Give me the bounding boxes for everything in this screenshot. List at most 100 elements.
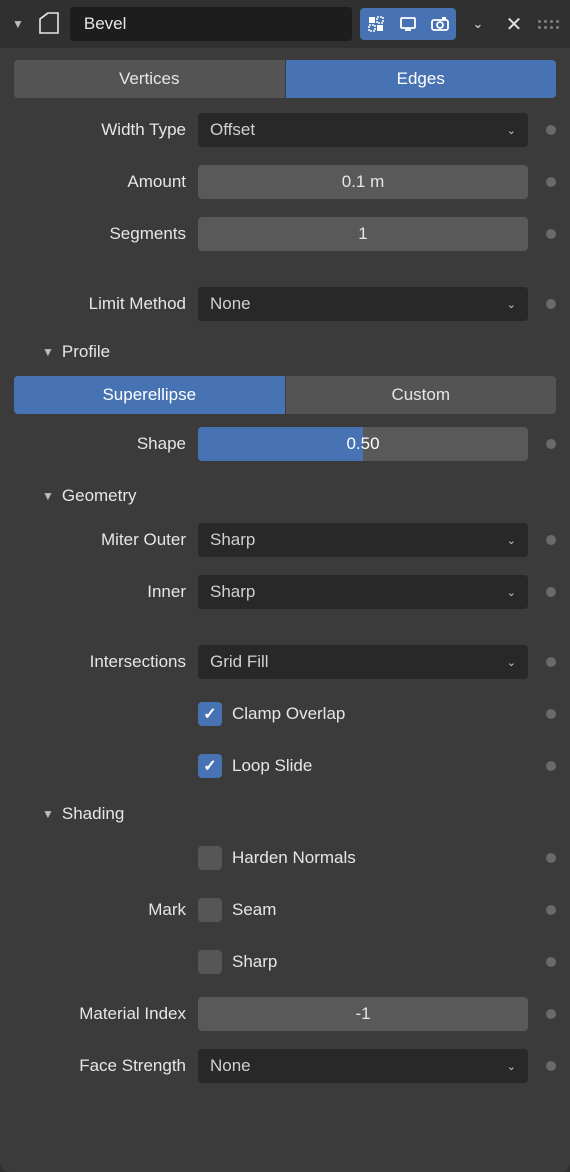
- bevel-icon: [36, 11, 62, 37]
- miter-outer-value: Sharp: [210, 530, 255, 550]
- mark-sharp-label: Sharp: [232, 952, 277, 972]
- chevron-down-icon: ⌄: [507, 298, 516, 311]
- pin-harden-normals[interactable]: [546, 853, 556, 863]
- tab-edges[interactable]: Edges: [285, 60, 557, 98]
- label-intersections: Intersections: [14, 652, 186, 672]
- pin-miter-outer[interactable]: [546, 535, 556, 545]
- harden-normals-checkbox[interactable]: Harden Normals: [198, 846, 528, 870]
- chevron-down-icon: ⌄: [507, 586, 516, 599]
- extras-menu[interactable]: ⌄: [464, 8, 492, 40]
- checkbox-checked-icon: [198, 702, 222, 726]
- row-mark-sharp: . Sharp: [14, 942, 556, 982]
- face-strength-dropdown[interactable]: None ⌄: [198, 1049, 528, 1083]
- clamp-overlap-label: Clamp Overlap: [232, 704, 345, 724]
- show-in-viewport-button[interactable]: [392, 8, 424, 40]
- pin-loop-slide[interactable]: [546, 761, 556, 771]
- label-miter-inner: Inner: [14, 582, 186, 602]
- chevron-down-icon: ⌄: [507, 534, 516, 547]
- row-amount: Amount 0.1 m: [14, 162, 556, 202]
- pin-miter-inner[interactable]: [546, 587, 556, 597]
- chevron-down-icon: ⌄: [507, 656, 516, 669]
- row-clamp-overlap: . Clamp Overlap: [14, 694, 556, 734]
- limit-method-dropdown[interactable]: None ⌄: [198, 287, 528, 321]
- tab-vertices[interactable]: Vertices: [14, 60, 285, 98]
- panel-header: ▼ Bevel ⌄ ✕: [0, 0, 570, 48]
- checkbox-unchecked-icon: [198, 846, 222, 870]
- label-mark: Mark: [14, 900, 186, 920]
- row-intersections: Intersections Grid Fill ⌄: [14, 642, 556, 682]
- label-segments: Segments: [14, 224, 186, 244]
- label-miter-outer: Miter Outer: [14, 530, 186, 550]
- label-shape: Shape: [14, 434, 186, 454]
- row-harden-normals: . Harden Normals: [14, 838, 556, 878]
- show-in-render-button[interactable]: [424, 8, 456, 40]
- pin-amount[interactable]: [546, 177, 556, 187]
- modifier-name-field[interactable]: Bevel: [70, 7, 352, 41]
- drag-handle[interactable]: [536, 20, 560, 29]
- geometry-collapse-toggle[interactable]: ▼: [42, 489, 54, 503]
- pin-shape[interactable]: [546, 439, 556, 449]
- shading-header[interactable]: ▼ Shading: [14, 798, 556, 826]
- shading-collapse-toggle[interactable]: ▼: [42, 807, 54, 821]
- harden-normals-label: Harden Normals: [232, 848, 356, 868]
- geometry-title: Geometry: [62, 486, 137, 506]
- row-shape: Shape 0.50: [14, 424, 556, 464]
- clamp-overlap-checkbox[interactable]: Clamp Overlap: [198, 702, 528, 726]
- shape-slider[interactable]: 0.50: [198, 427, 528, 461]
- pin-segments[interactable]: [546, 229, 556, 239]
- profile-collapse-toggle[interactable]: ▼: [42, 345, 54, 359]
- pin-material-index[interactable]: [546, 1009, 556, 1019]
- chevron-down-icon: ⌄: [507, 124, 516, 137]
- intersections-dropdown[interactable]: Grid Fill ⌄: [198, 645, 528, 679]
- segments-field[interactable]: 1: [198, 217, 528, 251]
- material-index-field[interactable]: -1: [198, 997, 528, 1031]
- pin-mark-sharp[interactable]: [546, 957, 556, 967]
- loop-slide-label: Loop Slide: [232, 756, 312, 776]
- shading-title: Shading: [62, 804, 124, 824]
- bevel-modifier-panel: ▼ Bevel ⌄ ✕ Vertices: [0, 0, 570, 1172]
- row-loop-slide: . Loop Slide: [14, 746, 556, 786]
- row-width-type: Width Type Offset ⌄: [14, 110, 556, 150]
- label-face-strength: Face Strength: [14, 1056, 186, 1076]
- intersections-value: Grid Fill: [210, 652, 269, 672]
- tab-custom[interactable]: Custom: [285, 376, 557, 414]
- delete-modifier-button[interactable]: ✕: [500, 8, 528, 40]
- shape-value: 0.50: [198, 427, 528, 461]
- visibility-toggle-group: [360, 8, 456, 40]
- tab-superellipse[interactable]: Superellipse: [14, 376, 285, 414]
- row-segments: Segments 1: [14, 214, 556, 254]
- miter-inner-dropdown[interactable]: Sharp ⌄: [198, 575, 528, 609]
- pin-limit-method[interactable]: [546, 299, 556, 309]
- face-strength-value: None: [210, 1056, 251, 1076]
- row-miter-outer: Miter Outer Sharp ⌄: [14, 520, 556, 560]
- mark-sharp-checkbox[interactable]: Sharp: [198, 950, 528, 974]
- miter-inner-value: Sharp: [210, 582, 255, 602]
- checkbox-unchecked-icon: [198, 898, 222, 922]
- amount-field[interactable]: 0.1 m: [198, 165, 528, 199]
- loop-slide-checkbox[interactable]: Loop Slide: [198, 754, 528, 778]
- width-type-dropdown[interactable]: Offset ⌄: [198, 113, 528, 147]
- geometry-header[interactable]: ▼ Geometry: [14, 480, 556, 508]
- row-material-index: Material Index -1: [14, 994, 556, 1034]
- profile-header[interactable]: ▼ Profile: [14, 336, 556, 364]
- label-width-type: Width Type: [14, 120, 186, 140]
- width-type-value: Offset: [210, 120, 255, 140]
- show-in-editmode-button[interactable]: [360, 8, 392, 40]
- pin-intersections[interactable]: [546, 657, 556, 667]
- mark-seam-label: Seam: [232, 900, 276, 920]
- row-limit-method: Limit Method None ⌄: [14, 284, 556, 324]
- pin-width-type[interactable]: [546, 125, 556, 135]
- affect-tabs: Vertices Edges: [14, 60, 556, 98]
- pin-clamp-overlap[interactable]: [546, 709, 556, 719]
- row-face-strength: Face Strength None ⌄: [14, 1046, 556, 1086]
- pin-mark-seam[interactable]: [546, 905, 556, 915]
- limit-method-value: None: [210, 294, 251, 314]
- mark-seam-checkbox[interactable]: Seam: [198, 898, 528, 922]
- checkbox-unchecked-icon: [198, 950, 222, 974]
- label-limit-method: Limit Method: [14, 294, 186, 314]
- collapse-toggle[interactable]: ▼: [8, 17, 28, 31]
- profile-title: Profile: [62, 342, 110, 362]
- pin-face-strength[interactable]: [546, 1061, 556, 1071]
- row-mark-seam: Mark Seam: [14, 890, 556, 930]
- miter-outer-dropdown[interactable]: Sharp ⌄: [198, 523, 528, 557]
